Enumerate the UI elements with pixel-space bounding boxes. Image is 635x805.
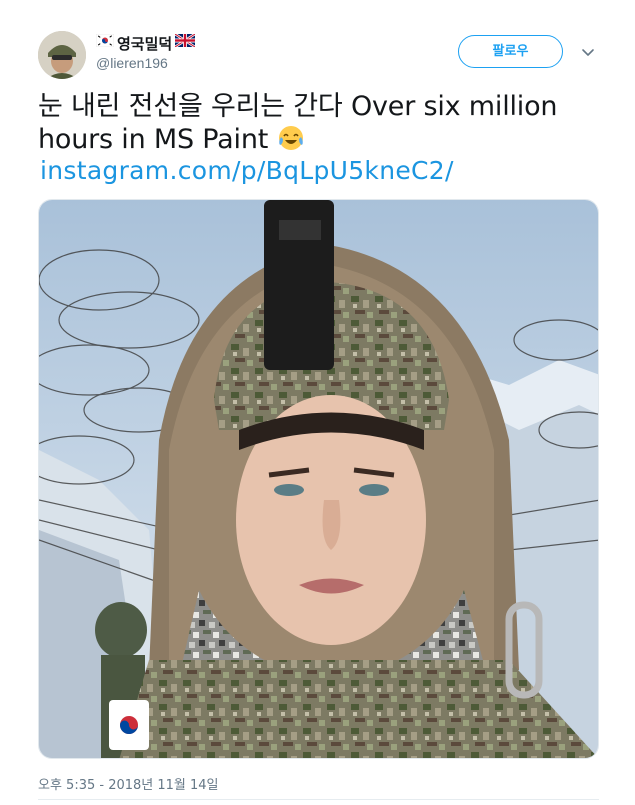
- instagram-link[interactable]: instagram.com/p/BqLpU5kneC2/: [40, 156, 454, 185]
- soldier-photo-image: [39, 200, 598, 758]
- follow-button[interactable]: 팔로우: [458, 35, 563, 68]
- face-with-tears-of-joy-icon: [277, 124, 305, 160]
- user-avatar[interactable]: [38, 31, 86, 79]
- divider: [38, 799, 599, 800]
- tweet-photo[interactable]: [38, 199, 599, 759]
- user-handle[interactable]: @lieren196: [96, 55, 168, 71]
- korea-flag-icon: [95, 33, 115, 52]
- chevron-down-icon[interactable]: [579, 43, 597, 61]
- display-name[interactable]: 영국밀덕: [117, 33, 172, 54]
- tweet-timestamp[interactable]: 오후 5:35 - 2018년 11월 14일: [38, 774, 219, 793]
- author-name-row[interactable]: 영국밀덕: [95, 32, 196, 54]
- uk-flag-icon: [174, 32, 196, 52]
- tweet-text: 눈 내린 전선을 우리는 간다 Over six million hours i…: [38, 90, 598, 160]
- tweet-card: 영국밀덕 @lieren196 팔로우 눈 내린 전선을 우리는 간다 Over…: [0, 0, 635, 805]
